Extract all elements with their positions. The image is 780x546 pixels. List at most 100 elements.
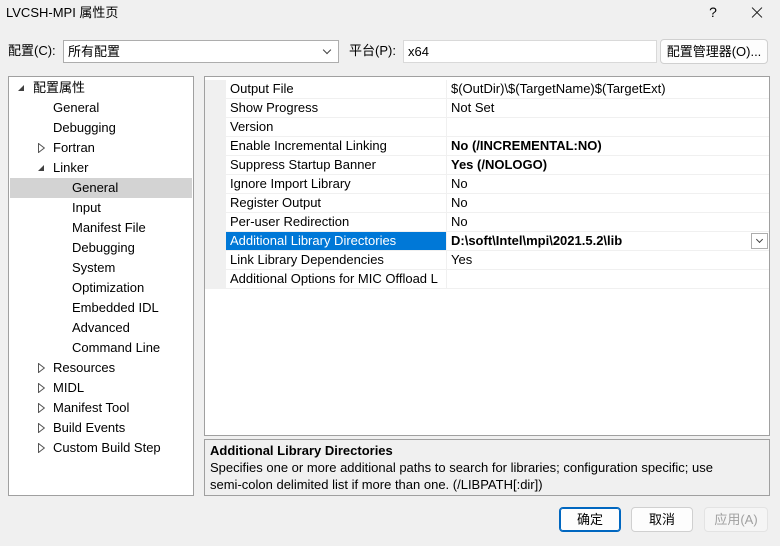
tree-item-label: System (72, 260, 116, 275)
platform-field[interactable]: x64 (403, 40, 657, 63)
property-row-register-output[interactable]: Register Output No (205, 194, 769, 213)
apply-button[interactable]: 应用(A) (704, 507, 768, 532)
expanded-arrow-icon[interactable] (38, 165, 44, 171)
property-name: Per-user Redirection (226, 213, 447, 231)
row-gutter (205, 80, 226, 98)
description-text-line: semi-colon delimited list if more than o… (210, 477, 543, 492)
collapsed-arrow-icon[interactable] (38, 363, 45, 373)
property-row-enable-incremental-linking[interactable]: Enable Incremental Linking No (/INCREMEN… (205, 137, 769, 156)
tree-item-label: Input (72, 200, 101, 215)
tree-item-custom-build-step[interactable]: Custom Build Step (10, 438, 192, 458)
property-value[interactable]: No (447, 213, 769, 231)
row-gutter (205, 156, 226, 174)
row-gutter (205, 99, 226, 117)
close-button[interactable] (747, 2, 767, 22)
tree-item-linker-embedded-idl[interactable]: Embedded IDL (10, 298, 192, 318)
configuration-manager-button[interactable]: 配置管理器(O)... (660, 39, 768, 64)
property-name: Suppress Startup Banner (226, 156, 447, 174)
collapsed-arrow-icon[interactable] (38, 443, 45, 453)
cancel-button[interactable]: 取消 (631, 507, 693, 532)
collapsed-arrow-icon[interactable] (38, 423, 45, 433)
row-gutter (205, 232, 226, 250)
property-row-link-library-dependencies[interactable]: Link Library Dependencies Yes (205, 251, 769, 270)
property-value[interactable]: Yes (447, 251, 769, 269)
tree-item-linker-debugging[interactable]: Debugging (10, 238, 192, 258)
collapsed-arrow-icon[interactable] (38, 383, 45, 393)
property-row-per-user-redirection[interactable]: Per-user Redirection No (205, 213, 769, 232)
tree-item-label: Custom Build Step (53, 440, 161, 455)
tree-item-fortran[interactable]: Fortran (10, 138, 192, 158)
tree-item-label: Command Line (72, 340, 161, 355)
property-row-additional-library-directories[interactable]: Additional Library Directories D:\soft\I… (205, 232, 769, 251)
tree-item-label: Optimization (72, 280, 145, 295)
expanded-arrow-icon[interactable] (18, 85, 24, 91)
property-value[interactable]: No (447, 194, 769, 212)
row-gutter (205, 213, 226, 231)
tree-item-linker-command-line[interactable]: Command Line (10, 338, 192, 358)
row-gutter (205, 118, 226, 136)
property-value[interactable] (447, 270, 769, 288)
property-name: Link Library Dependencies (226, 251, 447, 269)
tree-item-configuration-properties[interactable]: 配置属性 (10, 78, 192, 98)
tree-item-linker-system[interactable]: System (10, 258, 192, 278)
tree-item-linker-manifest-file[interactable]: Manifest File (10, 218, 192, 238)
platform-value: x64 (408, 44, 429, 59)
property-name: Additional Options for MIC Offload L (226, 270, 447, 288)
property-tree[interactable]: 配置属性 General Debugging Fortran Linker Ge… (8, 76, 194, 496)
row-gutter (205, 194, 226, 212)
collapsed-arrow-icon[interactable] (38, 143, 45, 153)
description-panel: Additional Library Directories Specifies… (204, 439, 770, 496)
property-name: Enable Incremental Linking (226, 137, 447, 155)
property-row-show-progress[interactable]: Show Progress Not Set (205, 99, 769, 118)
tree-item-linker[interactable]: Linker (10, 158, 192, 178)
tree-item-label: 配置属性 (33, 80, 86, 95)
property-value[interactable]: No (/INCREMENTAL:NO) (447, 137, 769, 155)
tree-item-label: Debugging (53, 120, 116, 135)
configuration-combo[interactable]: 所有配置 (63, 40, 339, 63)
property-value-text: D:\soft\Intel\mpi\2021.5.2\lib (451, 233, 623, 248)
tree-item-debugging[interactable]: Debugging (10, 118, 192, 138)
property-value[interactable]: D:\soft\Intel\mpi\2021.5.2\lib (447, 232, 769, 250)
property-row-version[interactable]: Version (205, 118, 769, 137)
property-name: Additional Library Directories (226, 232, 447, 250)
tree-item-label: Manifest File (72, 220, 146, 235)
property-value[interactable]: No (447, 175, 769, 193)
ok-button[interactable]: 确定 (559, 507, 621, 532)
property-row-ignore-import-library[interactable]: Ignore Import Library No (205, 175, 769, 194)
tree-item-label: Embedded IDL (72, 300, 159, 315)
property-value[interactable]: $(OutDir)\$(TargetName)$(TargetExt) (447, 80, 769, 98)
property-row-suppress-startup-banner[interactable]: Suppress Startup Banner Yes (/NOLOGO) (205, 156, 769, 175)
tree-item-build-events[interactable]: Build Events (10, 418, 192, 438)
property-value[interactable] (447, 118, 769, 136)
property-name: Register Output (226, 194, 447, 212)
tree-item-linker-general[interactable]: General (10, 178, 192, 198)
tree-item-linker-advanced[interactable]: Advanced (10, 318, 192, 338)
description-title: Additional Library Directories (210, 443, 393, 458)
tree-item-manifest-tool[interactable]: Manifest Tool (10, 398, 192, 418)
tree-item-resources[interactable]: Resources (10, 358, 192, 378)
title-bar: LVCSH-MPI 属性页 ? (0, 0, 780, 26)
tree-item-label: General (72, 180, 119, 195)
tree-item-linker-input[interactable]: Input (10, 198, 192, 218)
property-value[interactable]: Yes (/NOLOGO) (447, 156, 769, 174)
tree-item-label: General (53, 100, 100, 115)
collapsed-arrow-icon[interactable] (38, 403, 45, 413)
chevron-down-icon (755, 235, 764, 244)
tree-item-label: Build Events (53, 420, 126, 435)
row-gutter (205, 175, 226, 193)
property-name: Version (226, 118, 447, 136)
tree-item-midl[interactable]: MIDL (10, 378, 192, 398)
property-row-mic-offload-options[interactable]: Additional Options for MIC Offload L (205, 270, 769, 289)
window-title: LVCSH-MPI 属性页 (6, 5, 119, 20)
property-row-output-file[interactable]: Output File $(OutDir)\$(TargetName)$(Tar… (205, 80, 769, 99)
value-dropdown-button[interactable] (751, 233, 768, 249)
tree-item-general[interactable]: General (10, 98, 192, 118)
tree-item-linker-optimization[interactable]: Optimization (10, 278, 192, 298)
help-button[interactable]: ? (703, 2, 723, 22)
property-name: Show Progress (226, 99, 447, 117)
tree-list: 配置属性 General Debugging Fortran Linker Ge… (9, 78, 193, 458)
property-grid[interactable]: Output File $(OutDir)\$(TargetName)$(Tar… (204, 76, 770, 436)
configuration-value: 所有配置 (68, 44, 121, 59)
tree-item-label: MIDL (53, 380, 85, 395)
property-value[interactable]: Not Set (447, 99, 769, 117)
